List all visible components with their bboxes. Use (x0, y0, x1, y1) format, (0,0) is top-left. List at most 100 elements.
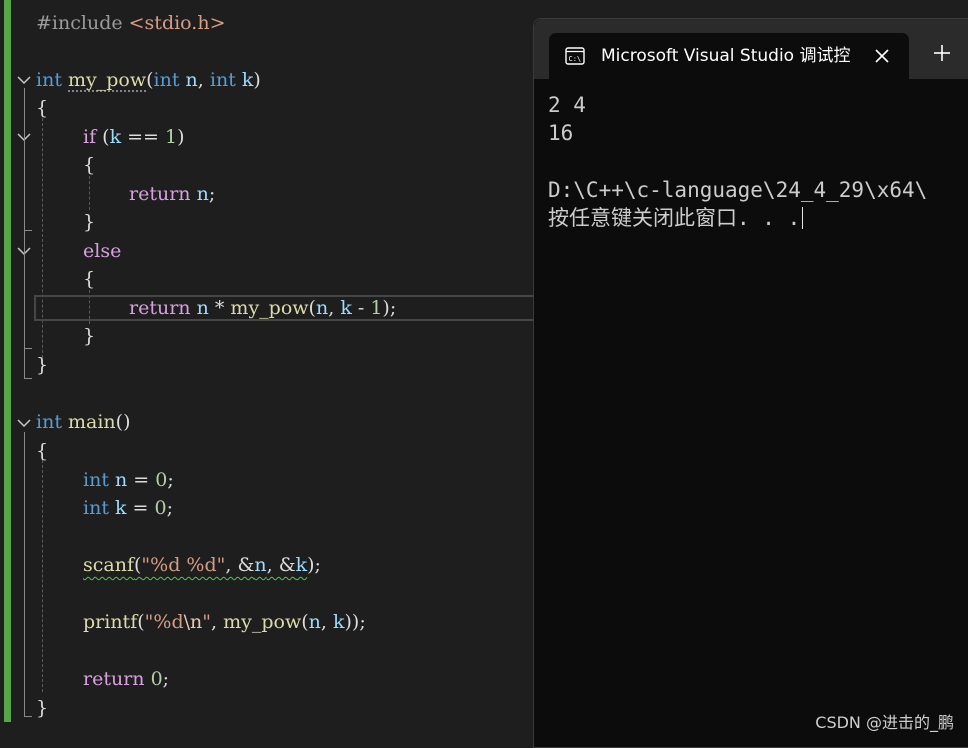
address-of: , & (225, 554, 255, 576)
fold-region-end (24, 378, 32, 379)
code-line-declare-k[interactable]: int k = 0; (83, 494, 173, 522)
code-line-declare-n[interactable]: int n = 0; (83, 466, 174, 494)
code-line-close-brace[interactable]: } (36, 351, 48, 379)
operator-minus: - (351, 297, 371, 319)
operator-assign: = (127, 469, 156, 491)
variable-n: n (308, 611, 321, 633)
code-line-close-brace[interactable]: } (83, 322, 95, 350)
collapse-main-chevron-icon[interactable] (17, 418, 31, 428)
semicolon: ; (162, 668, 170, 690)
text-cursor (802, 207, 804, 229)
format-string: "%d %d" (141, 554, 226, 576)
code-line-return-0[interactable]: return 0; (83, 665, 169, 693)
paren-semicolon: ); (382, 297, 397, 319)
change-indicator-bar (4, 0, 11, 722)
comma: , (320, 611, 333, 633)
paren: ) (253, 69, 261, 91)
number-literal: 0 (150, 668, 163, 690)
console-output-line: 16 (548, 121, 574, 145)
paren: ( (301, 611, 309, 633)
function-name-my-pow: my_pow (68, 69, 147, 91)
code-line-my-pow-signature[interactable]: int my_pow(int n, int k) (36, 66, 261, 94)
paren: ) (177, 126, 185, 148)
close-icon[interactable] (871, 45, 893, 67)
number-literal: 1 (370, 297, 383, 319)
code-line-return-n[interactable]: return n; (129, 180, 215, 208)
code-line-open-brace[interactable]: { (36, 94, 48, 122)
indent-guide (42, 460, 43, 692)
code-line-close-brace[interactable]: } (83, 208, 95, 236)
brace: } (36, 697, 49, 719)
code-line-open-brace[interactable]: { (83, 265, 95, 293)
keyword-if: if (83, 126, 97, 148)
function-call-printf: printf (83, 611, 138, 633)
fold-region-end (24, 716, 32, 717)
code-line-include[interactable]: #include <stdio.h> (36, 9, 226, 37)
keyword-int: int (36, 411, 62, 433)
console-tab-title: Microsoft Visual Studio 调试控制台 (601, 46, 851, 66)
console-tab-bar: C:\ Microsoft Visual Studio 调试控制台 (534, 19, 968, 79)
keyword-return: return (83, 668, 145, 690)
debug-console-window[interactable]: C:\ Microsoft Visual Studio 调试控制台 2 4 16… (533, 18, 968, 748)
console-tab[interactable]: C:\ Microsoft Visual Studio 调试控制台 (549, 33, 909, 79)
collapse-my-pow-chevron-icon[interactable] (17, 75, 31, 85)
code-line-close-brace[interactable]: } (36, 694, 48, 722)
variable-n: n (115, 469, 128, 491)
fold-region-line (24, 260, 25, 348)
param-k: k (109, 126, 122, 148)
brace: } (83, 325, 96, 347)
plus-icon[interactable] (932, 43, 952, 63)
param-k: k (340, 297, 352, 319)
number-literal: 0 (155, 469, 168, 491)
format-string: "%d (144, 611, 184, 633)
number-literal: 0 (154, 497, 167, 519)
variable-k: k (115, 497, 127, 519)
fold-region-line (24, 146, 25, 230)
code-line-open-brace[interactable]: { (83, 151, 95, 179)
operator-eq: == (121, 126, 165, 148)
paren: ( (146, 69, 154, 91)
address-of: , & (266, 554, 296, 576)
svg-text:C:\: C:\ (569, 55, 582, 63)
variable-n: n (254, 554, 267, 576)
brace: } (83, 211, 96, 233)
semicolon: ; (208, 183, 216, 205)
escape-sequence: \n (183, 611, 203, 633)
paren: ( (308, 297, 316, 319)
keyword-return: return (129, 183, 191, 205)
press-any-key-text: 按任意键关闭此窗口. . . (548, 206, 801, 230)
operator-assign: = (126, 497, 155, 519)
number-literal: 1 (165, 126, 178, 148)
fold-region-end (24, 348, 32, 349)
function-call-scanf: scanf (83, 554, 134, 576)
watermark-text: CSDN @进击的_鹏 (815, 713, 954, 732)
code-line-main-signature[interactable]: int main() (36, 408, 131, 436)
function-name-main: main (68, 411, 116, 433)
param-n: n (196, 297, 209, 319)
code-line-open-brace[interactable]: { (36, 437, 48, 465)
brace: { (36, 97, 49, 119)
code-line-else[interactable]: else (83, 237, 121, 265)
include-header: <stdio.h> (128, 12, 226, 34)
code-line-printf[interactable]: printf("%d\n", my_pow(n, k)); (83, 608, 366, 636)
keyword-int: int (83, 497, 109, 519)
fold-region-line (24, 432, 25, 716)
param-k: k (241, 69, 254, 91)
code-line-scanf[interactable]: scanf("%d %d", &n, &k); (83, 551, 321, 579)
semicolon: ; (167, 469, 174, 491)
fold-region-end (24, 230, 32, 231)
format-string-end: " (202, 611, 212, 633)
paren: () (115, 411, 131, 433)
code-line-recursive-return[interactable]: return n * my_pow(n, k - 1); (129, 294, 396, 322)
paren: ( (96, 126, 110, 148)
brace: } (36, 354, 49, 376)
code-line-if[interactable]: if (k == 1) (83, 123, 185, 151)
indent-guide (89, 176, 90, 210)
semicolon: ; (166, 497, 174, 519)
keyword-int: int (36, 69, 62, 91)
param-n: n (315, 297, 329, 319)
paren-semicolon: )); (344, 611, 366, 633)
comma: , (197, 69, 210, 91)
param-n: n (185, 69, 198, 91)
console-output-line: 2 4 (548, 93, 586, 117)
